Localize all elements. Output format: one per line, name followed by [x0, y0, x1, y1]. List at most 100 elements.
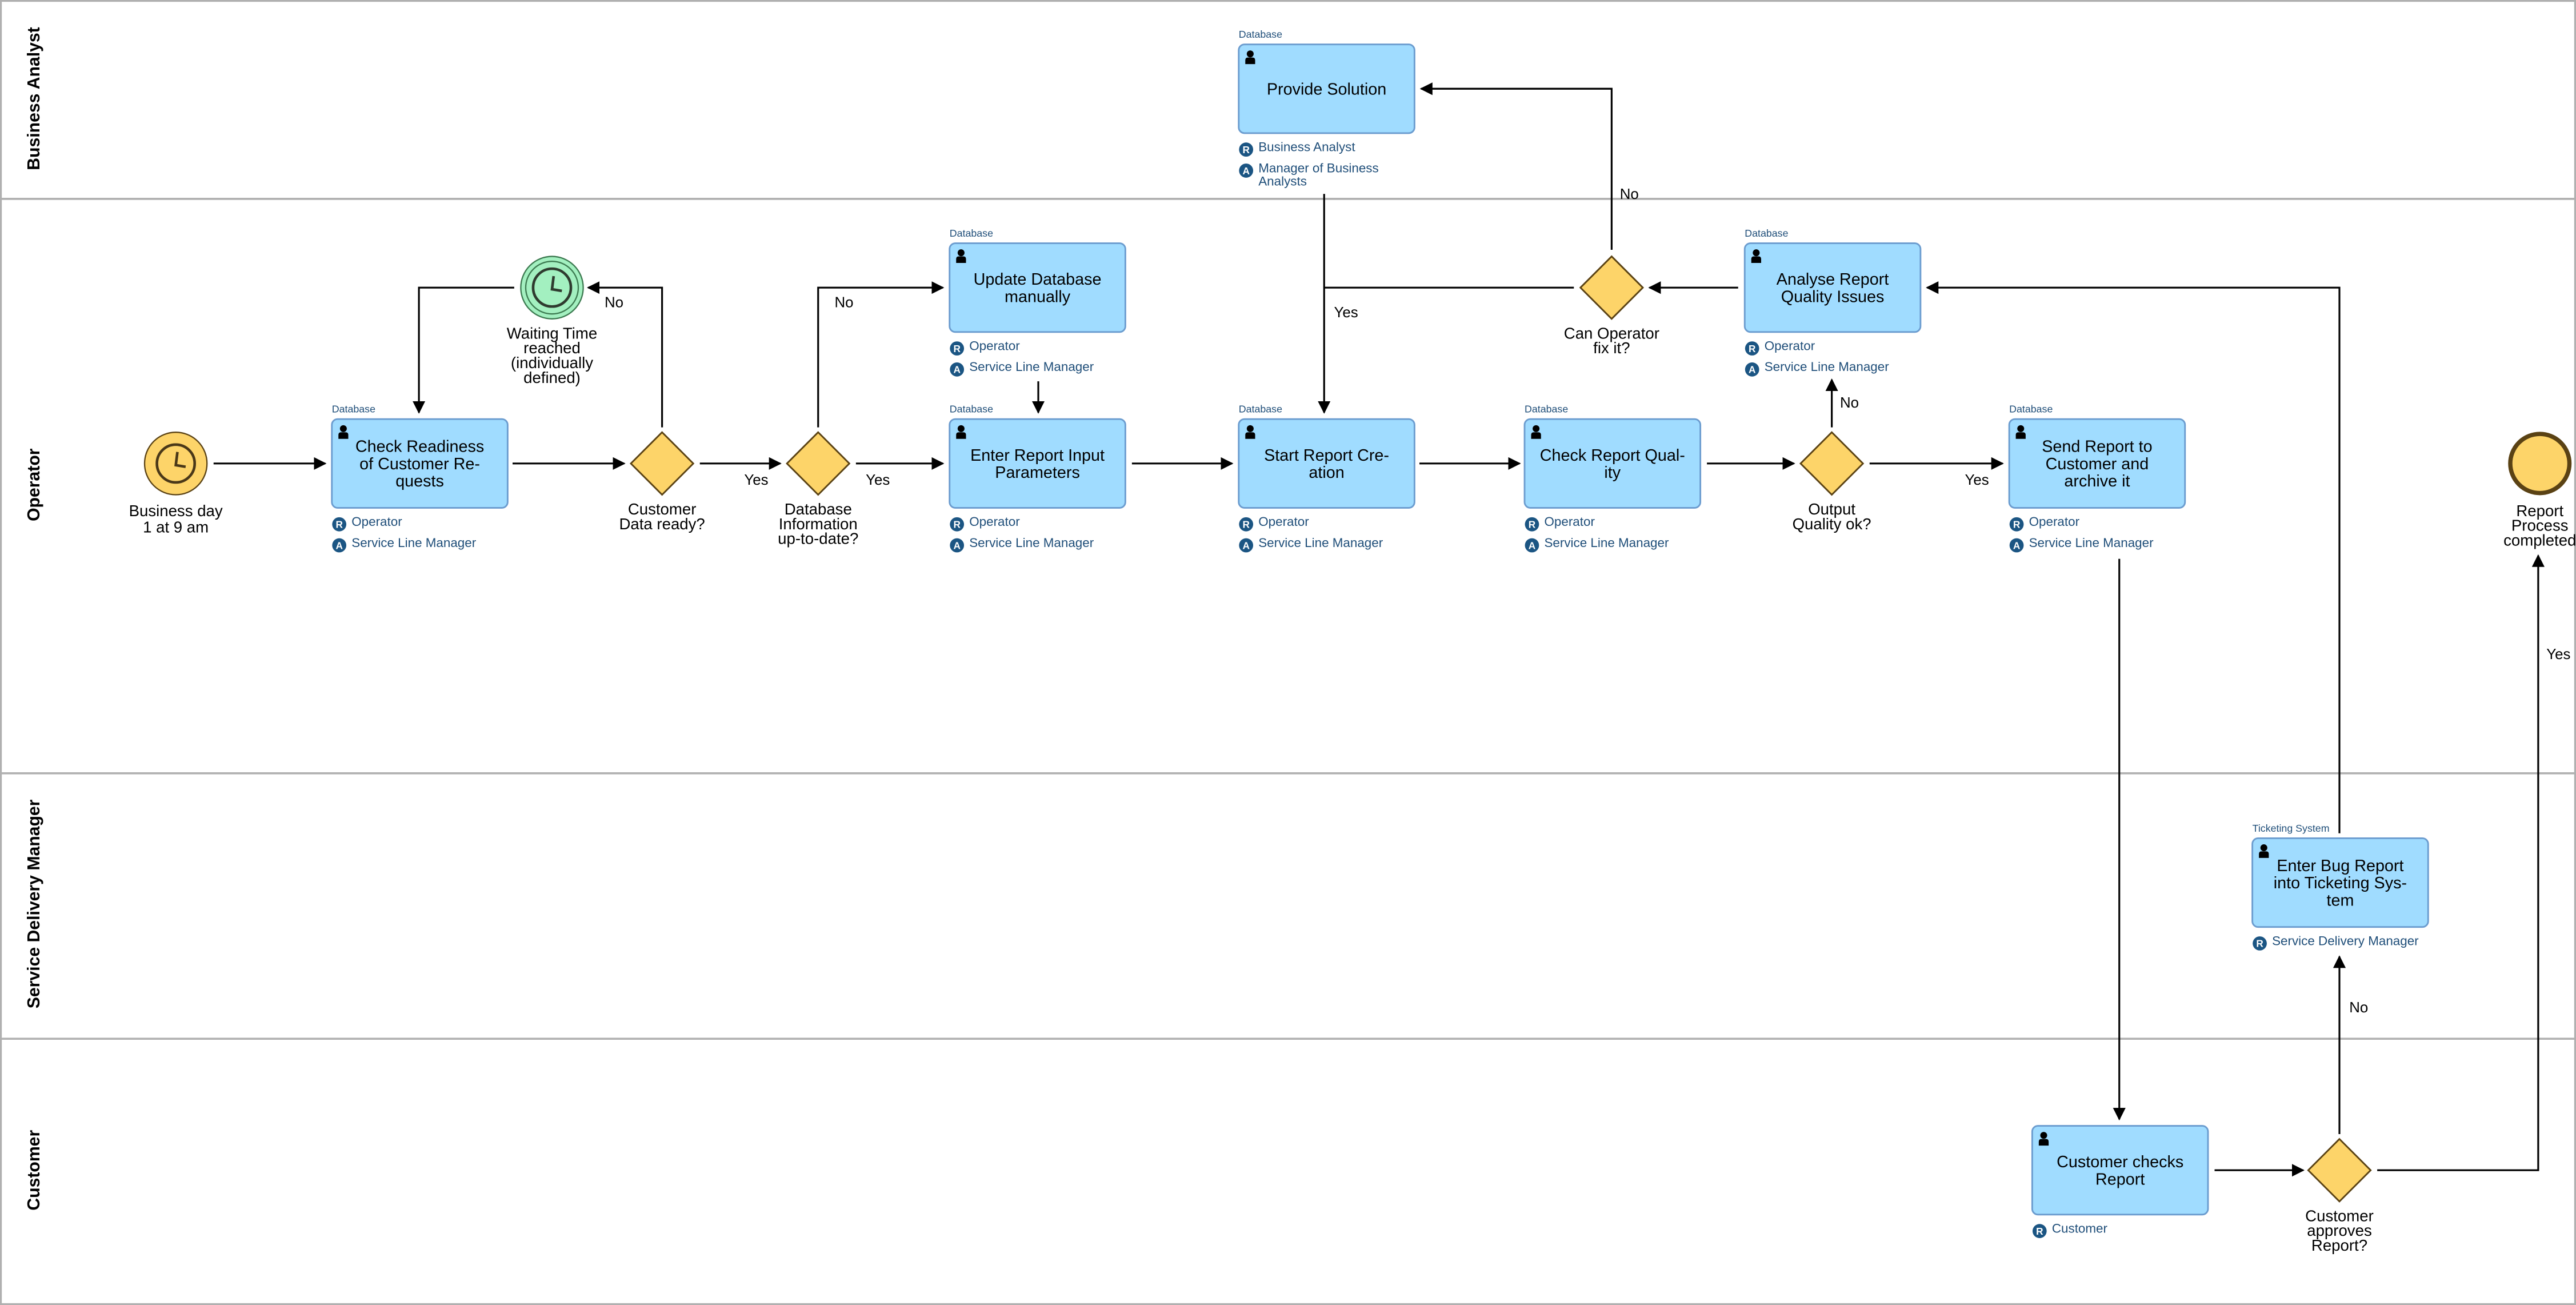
accountable-role: A Service Line Manager — [2009, 536, 2154, 553]
flow-bug-to-analyse[interactable] — [1926, 281, 2341, 833]
task-update-database[interactable]: Database Update Databasemanually R Operator… — [949, 228, 1126, 377]
exclusive-gateway-diamond[interactable] — [786, 431, 851, 496]
accountable-role: A Service Line Manager — [1525, 536, 1669, 553]
gateway-customer-approves[interactable]: CustomerapprovesReport? — [2305, 1138, 2374, 1255]
role-name: Service Delivery Manager — [2272, 933, 2419, 948]
accountable-role: A Service Line Manager — [950, 536, 1094, 553]
role-letter: R — [2013, 519, 2021, 530]
accountable-role: A Service Line Manager — [1745, 360, 1889, 377]
responsible-role: R Operator — [1745, 338, 1815, 356]
gateway-output-quality-ok[interactable]: OutputQuality ok? — [1793, 431, 1871, 533]
task-label: into Ticketing Sys- — [2274, 874, 2407, 892]
task-customer-checks[interactable]: Customer checksReport R Customer — [2031, 1125, 2209, 1238]
accountable-role: A Manager of BusinessAnalysts — [1239, 161, 1379, 188]
accountable-role: A Service Line Manager — [1239, 536, 1383, 553]
responsible-role: R Operator — [1239, 514, 1309, 532]
end-event-circle[interactable] — [2508, 432, 2572, 496]
role-name: Operator — [2029, 514, 2080, 529]
system-label: Database — [1745, 228, 1788, 239]
system-label: Database — [950, 228, 993, 239]
task-start-report[interactable]: Database Start Report Cre-ation R Operator A… — [1238, 404, 1415, 553]
waiting-time-event[interactable]: Waiting Time reached (individually defin… — [507, 256, 597, 386]
role-name: Business Analyst — [1258, 140, 1355, 154]
start-event[interactable]: Business day 1 at 9 am — [129, 432, 223, 536]
end-event[interactable]: Report Process completed — [2503, 432, 2576, 549]
role-letter: A — [953, 364, 960, 376]
role-letter: A — [1529, 540, 1535, 551]
responsible-role: R Business Analyst — [1239, 140, 1355, 157]
system-label: Database — [332, 404, 375, 415]
task-label: Customer and — [2046, 455, 2149, 473]
accountable-role: A Service Line Manager — [332, 536, 477, 553]
role-letter: A — [2013, 540, 2020, 551]
role-letter: R — [335, 519, 343, 530]
role-letter: R — [2256, 938, 2263, 949]
role-name: Service Line Manager — [1545, 536, 1669, 550]
task-label: Report — [2095, 1170, 2145, 1188]
flow-fix-no-to-provide-solution[interactable] — [1419, 82, 1613, 250]
flow-label-no: No — [2349, 1000, 2368, 1016]
flow-waiting-to-check-readiness[interactable] — [413, 286, 514, 414]
role-name: Operator — [1545, 514, 1595, 529]
role-letter: R — [953, 519, 961, 530]
flow-label-yes: Yes — [1334, 305, 1358, 321]
task-label: ity — [1604, 464, 1621, 482]
task-label: Analyse Report — [1777, 270, 1889, 289]
task-label: Start Report Cre- — [1264, 446, 1389, 465]
role-letter: R — [953, 343, 961, 354]
lane-title: Service Delivery Manager — [25, 799, 43, 1008]
task-label: of Customer Re- — [359, 455, 480, 473]
role-name: Service Line Manager — [2029, 536, 2154, 550]
task-label: Check Report Qual- — [1540, 446, 1685, 465]
flow-gateway-no-to-waiting[interactable] — [587, 281, 663, 428]
gateway-can-operator-fix[interactable]: Can Operatorfix it? — [1564, 255, 1659, 357]
gateway-db-up-to-date[interactable]: DatabaseInformationup-to-date? — [778, 431, 858, 548]
task-label: Provide Solution — [1267, 80, 1386, 98]
responsible-role: R Operator — [1525, 514, 1595, 532]
role-letter: R — [1529, 519, 1536, 530]
exclusive-gateway-diamond[interactable] — [629, 431, 695, 496]
gateway-label: up-to-date? — [778, 530, 858, 548]
system-label: Database — [1239, 404, 1282, 415]
swimlane-service-delivery-manager: Service Delivery Manager — [0, 772, 2576, 1040]
gateway-customer-data-ready[interactable]: CustomerData ready? — [619, 431, 705, 533]
task-label: Parameters — [995, 464, 1080, 482]
gateway-label: Report? — [2311, 1236, 2367, 1254]
system-label: Database — [1239, 29, 1282, 40]
task-provide-solution[interactable]: Database Provide Solution R Business Analys… — [1238, 29, 1415, 188]
gateway-label: Quality ok? — [1793, 515, 1871, 533]
task-check-quality[interactable]: Database Check Report Qual-ity R Operator A S… — [1523, 404, 1702, 553]
gateway-label: Data ready? — [619, 515, 705, 533]
role-letter: R — [1242, 519, 1250, 530]
flow-label-yes: Yes — [866, 472, 890, 488]
role-letter: R — [1242, 144, 1250, 155]
task-label: Quality Issues — [1781, 288, 1885, 306]
role-letter: R — [2036, 1226, 2043, 1237]
task-check-readiness[interactable]: Database Check Readinessof Customer Re-qu… — [331, 404, 509, 553]
exclusive-gateway-diamond[interactable] — [2307, 1138, 2372, 1203]
flow-label-no: No — [605, 295, 623, 311]
task-enter-report-params[interactable]: Database Enter Report InputParameters R Ope… — [949, 404, 1126, 553]
lane-title: Operator — [25, 448, 43, 521]
role-name: Service Line Manager — [1258, 536, 1383, 550]
responsible-role: R Operator — [2009, 514, 2080, 532]
role-letter: A — [953, 540, 960, 551]
task-label: Update Database — [974, 270, 1102, 289]
task-label: Send Report to — [2042, 438, 2152, 456]
lane-title: Customer — [25, 1130, 43, 1211]
task-enter-bug[interactable]: Ticketing System Enter Bug Reportinto Tic… — [2251, 823, 2429, 951]
exclusive-gateway-diamond[interactable] — [1799, 431, 1865, 496]
accountable-role: A Service Line Manager — [950, 360, 1094, 377]
role-letter: A — [335, 540, 342, 551]
exclusive-gateway-diamond[interactable] — [1579, 255, 1645, 320]
task-label: Customer checks — [2057, 1153, 2183, 1171]
role-name: Service Line Manager — [969, 360, 1094, 374]
task-send-report[interactable]: Database Send Report toCustomer andarchiv… — [2008, 404, 2186, 553]
role-name: Service Line Manager — [969, 536, 1094, 550]
task-label: Enter Bug Report — [2277, 857, 2403, 875]
task-analyse-issues[interactable]: Database Analyse ReportQuality Issues R Ope… — [1743, 228, 1922, 377]
responsible-role: R Operator — [950, 338, 1020, 356]
tasks: Database Provide Solution R Business Analys… — [331, 29, 2429, 1238]
flow-label-yes: Yes — [1965, 472, 1989, 488]
task-label: manually — [1005, 288, 1071, 306]
